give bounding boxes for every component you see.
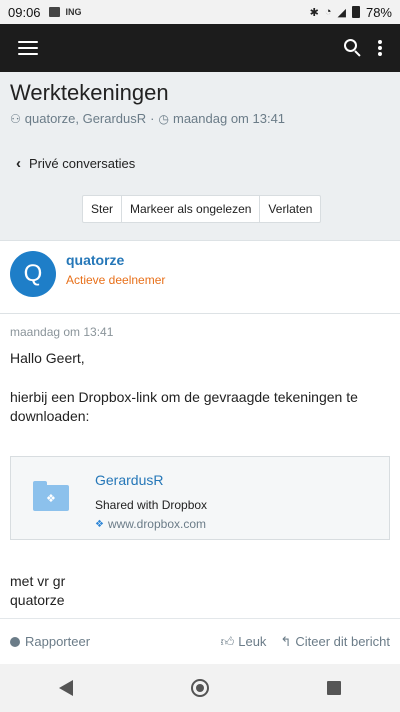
report-label: Rapporteer	[25, 634, 91, 649]
embed-link-text: www.dropbox.com	[107, 517, 207, 531]
embed-title[interactable]: GerardusR	[95, 472, 163, 488]
embed-subtitle: Shared with Dropbox	[95, 498, 208, 512]
message-greeting: Hallo Geert,	[10, 350, 85, 366]
signal-icon: ◢	[337, 6, 346, 19]
author-role: Actieve deelnemer	[66, 273, 166, 287]
folder-icon: ❖	[33, 481, 69, 511]
wifi-icon: ◔	[324, 6, 332, 18]
author-name[interactable]: quatorze	[66, 252, 124, 268]
thread-action-group: Ster Markeer als ongelezen Verlaten	[82, 195, 322, 223]
meta-separator: ·	[150, 111, 155, 126]
back-link[interactable]: ‹ Privé conversaties	[16, 155, 135, 172]
app-bar	[0, 24, 400, 72]
info-icon	[10, 636, 20, 647]
chevron-left-icon: ‹	[16, 155, 21, 172]
status-time: 09:06	[8, 4, 41, 20]
avatar[interactable]: Q	[10, 251, 56, 297]
report-button[interactable]: Rapporteer	[10, 634, 90, 649]
image-notification-icon	[48, 7, 60, 17]
search-icon[interactable]	[344, 39, 362, 57]
closing-line-2: quatorze	[10, 592, 65, 608]
dropbox-embed[interactable]: ❖ GerardusR Shared with Dropbox ❖ www.dr…	[10, 456, 390, 540]
message-paragraph: hierbij een Dropbox-link om de gevraagde…	[10, 389, 358, 424]
carrier-label: ING	[65, 7, 82, 17]
like-button[interactable]: 👍︎ Leuk	[221, 634, 267, 650]
mark-unread-button[interactable]: Markeer als ongelezen	[122, 196, 261, 222]
dropbox-icon: ❖	[95, 518, 104, 530]
message-date[interactable]: maandag om 13:41	[10, 325, 113, 339]
clock-icon: ◷	[158, 111, 169, 126]
closing-line-1: met vr gr	[10, 573, 66, 589]
nav-home-icon[interactable]	[191, 679, 209, 697]
back-link-label: Privé conversaties	[29, 156, 136, 171]
author-card: Q quatorze Actieve deelnemer	[0, 240, 400, 314]
thread-title: Werktekeningen	[10, 80, 169, 105]
thread-meta: ⚇ quatorze, GerardusR · ◷ maandag om 13:…	[10, 111, 285, 126]
users-icon: ⚇	[10, 111, 21, 126]
status-right: ✱ ◔ ◢ 78%	[310, 5, 392, 20]
post-actions: Rapporteer 👍︎ Leuk ↰ Citeer dit bericht	[0, 618, 400, 664]
reply-icon: ↰	[280, 633, 292, 649]
quote-button[interactable]: ↰ Citeer dit bericht	[280, 634, 390, 650]
battery-percent: 78%	[365, 4, 392, 20]
message-closing: met vr gr quatorze	[10, 572, 65, 610]
embed-link[interactable]: ❖ www.dropbox.com	[95, 517, 206, 531]
like-label: Leuk	[238, 634, 267, 649]
more-icon[interactable]	[378, 40, 382, 56]
status-bar: 09:06 ING ✱ ◔ ◢ 78%	[0, 0, 400, 24]
quote-label: Citeer dit bericht	[295, 634, 390, 649]
star-button[interactable]: Ster	[83, 196, 123, 222]
leave-button[interactable]: Verlaten	[260, 196, 320, 222]
thumbs-up-icon: 👍︎	[220, 633, 235, 649]
bluetooth-icon: ✱	[309, 6, 319, 19]
system-nav-bar	[0, 664, 400, 712]
battery-icon	[351, 6, 360, 18]
message-body: maandag om 13:41 Hallo Geert, hierbij ee…	[0, 314, 400, 618]
nav-back-icon[interactable]	[59, 680, 73, 696]
nav-recent-icon[interactable]	[327, 681, 341, 695]
thread-participants[interactable]: quatorze, GerardusR	[25, 111, 146, 126]
menu-icon[interactable]	[18, 41, 38, 55]
thread-date: maandag om 13:41	[173, 111, 286, 126]
